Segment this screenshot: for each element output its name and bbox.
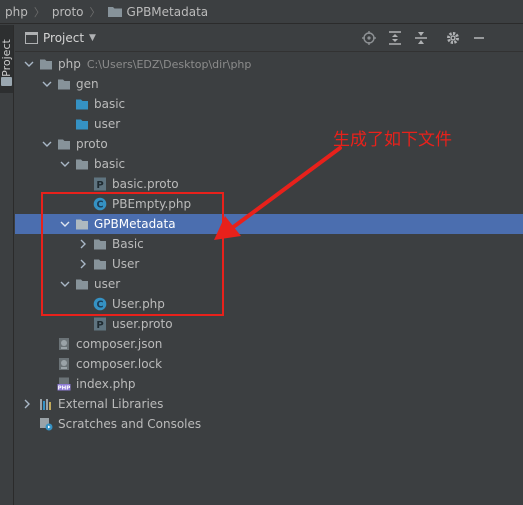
tree-node-gen-basic[interactable]: basic [15,94,523,114]
folder-icon [75,117,89,131]
folder-icon [75,157,89,171]
tree-label: composer.lock [76,357,163,371]
side-tab-project[interactable]: Project [0,25,13,93]
scratches-icon [39,417,53,431]
annotation-text: 生成了如下文件 [333,130,452,150]
breadcrumb-item-php[interactable]: php [5,5,28,19]
project-tool-header: Project ▼ [15,25,523,52]
tree-label: basic [94,97,126,111]
tree-label: basic.proto [112,177,179,191]
tree-label: Scratches and Consoles [58,417,202,431]
annotation-highlight-box [41,192,224,316]
breadcrumb: php 〉 proto 〉 GPBMetadata [0,0,523,24]
proto-file-icon: P [93,317,107,331]
tree-label: proto [76,137,108,151]
expand-all-icon[interactable] [387,30,403,46]
tree-label-path: C:\Users\EDZ\Desktop\dir\php [86,58,252,71]
chevron-down-icon[interactable] [23,58,35,70]
folder-icon [75,97,89,111]
chevron-down-icon[interactable]: ▼ [89,32,101,44]
library-icon [39,397,53,411]
folder-icon [57,77,71,91]
tree-node-proto-basic[interactable]: basic [15,154,523,174]
minimize-icon[interactable] [471,30,487,46]
side-tool-strip: Project [0,25,14,505]
tool-window-title[interactable]: Project [43,31,84,45]
breadcrumb-item-gpbmetadata[interactable]: GPBMetadata [127,5,209,19]
composer-icon [57,337,71,351]
chevron-down-icon[interactable] [59,158,71,170]
tree-node-external-libraries[interactable]: External Libraries [15,394,523,414]
project-view-icon [25,32,38,44]
tree-node-composer-lock[interactable]: composer.lock [15,354,523,374]
tree-label: php C:\Users\EDZ\Desktop\dir\php [58,57,251,71]
tree-label: External Libraries [58,397,164,411]
folder-icon [1,77,12,86]
folder-icon [107,6,122,17]
tree-node-gen[interactable]: gen [15,74,523,94]
locate-icon[interactable] [361,30,377,46]
php-file-icon: PHP [57,377,71,392]
tree-node-user-proto[interactable]: P user.proto [15,314,523,334]
folder-icon [39,57,53,71]
chevron-right-icon[interactable] [21,398,33,410]
svg-text:PHP: PHP [58,386,71,391]
tree-node-index-php[interactable]: PHP index.php [15,374,523,394]
tree-label: user.proto [112,317,173,331]
chevron-down-icon[interactable] [41,78,53,90]
tree-label: composer.json [76,337,163,351]
tree-label: basic [94,157,126,171]
tree-label-name: php [58,57,81,71]
breadcrumb-separator: 〉 [89,5,101,19]
collapse-all-icon[interactable] [413,30,429,46]
breadcrumb-separator: 〉 [33,5,45,19]
tree-node-composer-json[interactable]: composer.json [15,334,523,354]
breadcrumb-item-proto[interactable]: proto [52,5,84,19]
tree-label: user [94,117,121,131]
composer-icon [57,357,71,371]
svg-text:P: P [96,180,103,191]
tree-label: index.php [76,377,136,391]
folder-icon [57,137,71,151]
tree-label: gen [76,77,99,91]
svg-text:P: P [96,320,103,331]
tree-node-scratches[interactable]: Scratches and Consoles [15,414,523,434]
tree-node-php[interactable]: php C:\Users\EDZ\Desktop\dir\php [15,54,523,74]
gear-icon[interactable] [445,30,461,46]
chevron-down-icon[interactable] [41,138,53,150]
proto-file-icon: P [93,177,107,191]
tree-node-basic-proto[interactable]: P basic.proto [15,174,523,194]
